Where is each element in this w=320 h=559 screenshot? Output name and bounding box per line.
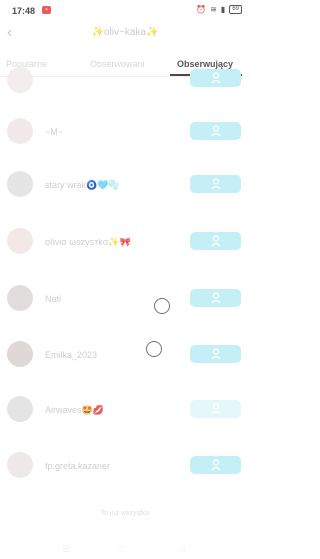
signal-icon: ▮ [220, 5, 226, 14]
user-icon [211, 348, 221, 360]
list-item [0, 67, 250, 107]
username[interactable]: oℓινια ωѕzуѕтkσ✨🎀 [45, 237, 131, 248]
follow-back-button[interactable] [190, 289, 241, 307]
user-icon [211, 125, 221, 137]
list-item: fp.greta.kazaner [0, 452, 250, 492]
alarm-icon: ⏰ [196, 5, 207, 14]
username[interactable]: ~M~ [45, 127, 63, 137]
avatar[interactable] [7, 396, 33, 422]
wifi-icon: ≋ [210, 5, 217, 14]
avatar[interactable] [7, 341, 33, 367]
username[interactable]: fp.greta.kazaner [45, 461, 110, 471]
follow-back-button[interactable] [190, 456, 241, 474]
end-of-list-note: To już wszystko [100, 510, 150, 517]
user-icon [211, 292, 221, 304]
status-bar: 17:48 ▪ ⏰ ≋ ▮ 69 [0, 0, 250, 22]
status-time: 17:48 [12, 6, 36, 16]
user-icon [211, 459, 221, 471]
loading-indicator [146, 341, 162, 357]
list-item: Emilka_2023 [0, 341, 250, 381]
loading-indicator [154, 298, 170, 314]
avatar[interactable] [7, 118, 33, 144]
list-item: stary wrak🧿🩵🫧 [0, 171, 250, 211]
username[interactable]: Nati [45, 294, 61, 304]
page-title: ✨oliv~kaka✨ [91, 27, 159, 38]
list-item: Nati [0, 285, 250, 325]
system-nav-bar: ☰ □ ◁ [0, 541, 250, 559]
follow-back-button[interactable] [190, 345, 241, 363]
avatar[interactable] [7, 171, 33, 197]
follow-back-button[interactable] [190, 175, 241, 193]
list-item: Airwaves🤩💋 [0, 396, 250, 436]
avatar[interactable] [7, 228, 33, 254]
user-icon [211, 72, 221, 84]
user-icon [211, 178, 221, 190]
username[interactable]: Emilka_2023 [45, 350, 97, 360]
avatar[interactable] [7, 452, 33, 478]
profile-header: ‹ ✨oliv~kaka✨ [0, 22, 250, 48]
status-icons: ⏰ ≋ ▮ 69 [196, 5, 242, 14]
back-icon[interactable]: ◁ [178, 544, 185, 555]
avatar[interactable] [7, 285, 33, 311]
follow-back-button[interactable] [190, 232, 241, 250]
list-item: oℓινια ωѕzуѕтkσ✨🎀 [0, 228, 250, 268]
user-icon [211, 403, 221, 415]
username[interactable]: Airwaves🤩💋 [45, 405, 104, 416]
follow-back-button[interactable] [190, 69, 241, 87]
list-item: ~M~ [0, 118, 250, 158]
notification-icon: ▪ [42, 6, 51, 14]
user-icon [211, 235, 221, 247]
home-icon[interactable]: □ [119, 544, 124, 554]
menu-icon[interactable]: ☰ [62, 544, 70, 555]
username[interactable]: stary wrak🧿🩵🫧 [45, 180, 120, 191]
avatar[interactable] [7, 67, 33, 93]
battery-icon: 69 [229, 5, 242, 14]
follow-back-button[interactable] [190, 400, 241, 418]
follow-back-button[interactable] [190, 122, 241, 140]
